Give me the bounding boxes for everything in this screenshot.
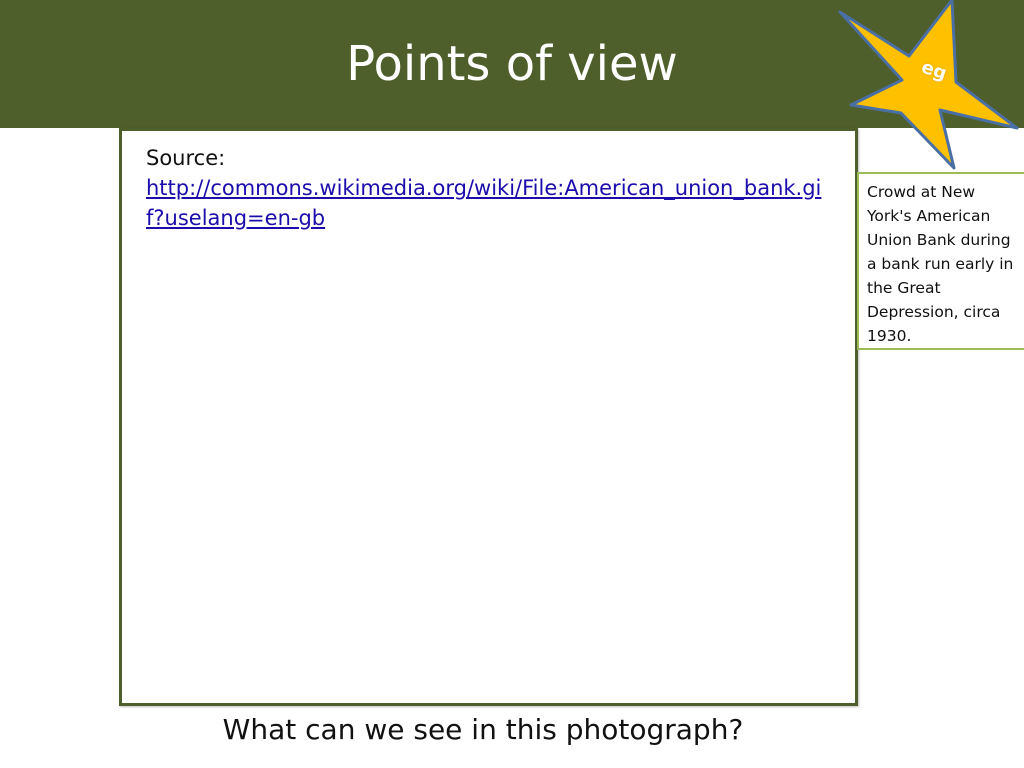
source-block: Source: http://commons.wikimedia.org/wik…: [146, 143, 826, 233]
caption-box: Crowd at New York's American Union Bank …: [857, 172, 1024, 350]
slide: Points of view eg Source: http://commons…: [0, 0, 1024, 768]
question-text: What can we see in this photograph?: [222, 713, 744, 746]
source-label: Source:: [146, 146, 226, 170]
source-link[interactable]: http://commons.wikimedia.org/wiki/File:A…: [146, 176, 821, 230]
star-icon: [838, 0, 1019, 170]
